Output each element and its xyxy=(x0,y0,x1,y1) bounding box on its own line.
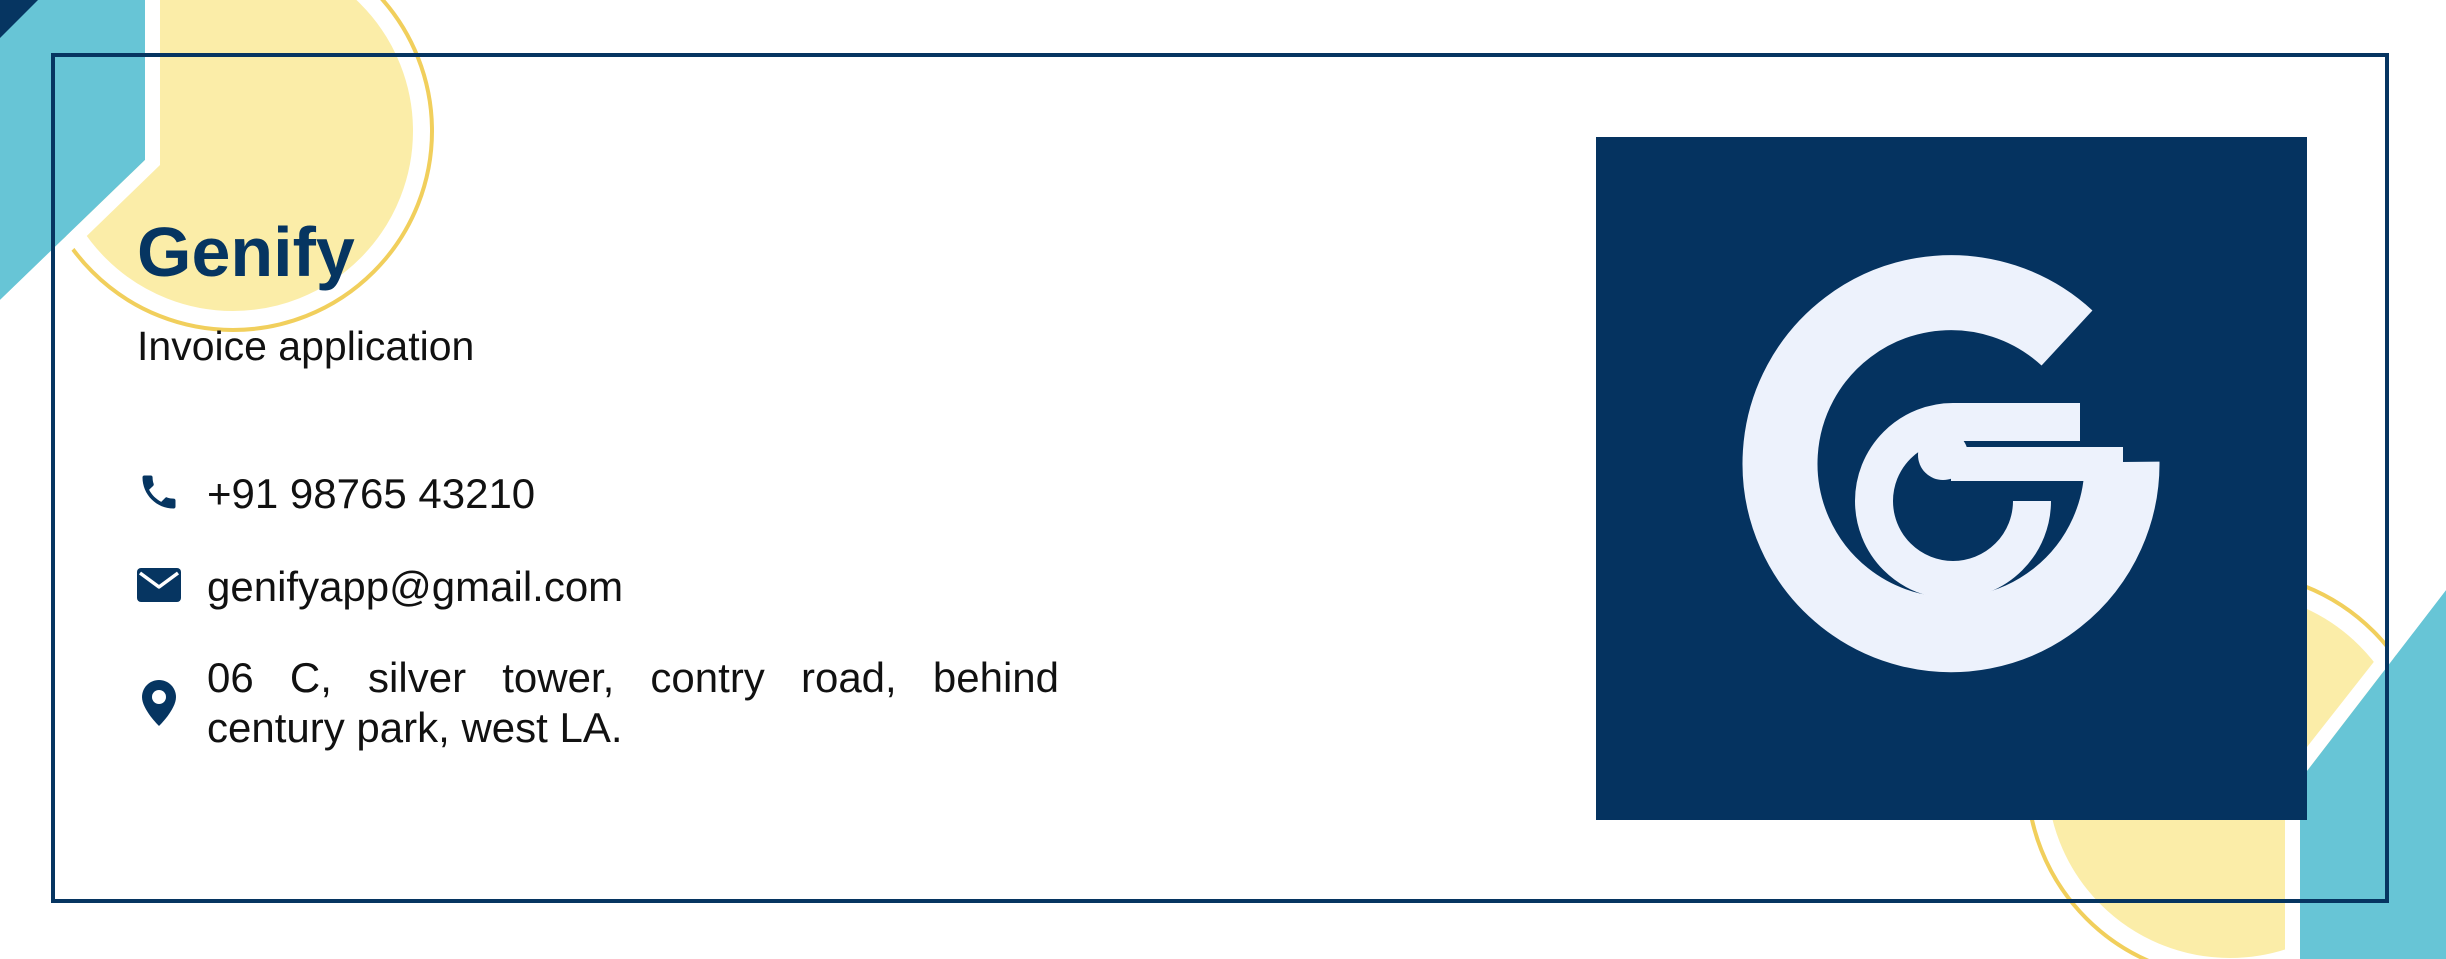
email-address: genifyapp@gmail.com xyxy=(207,563,624,610)
business-card: Genify Invoice application +91 98765 432… xyxy=(0,0,2446,959)
contact-email-row: genifyapp@gmail.com xyxy=(137,562,623,612)
map-pin-icon xyxy=(137,653,181,753)
envelope-icon xyxy=(137,562,181,608)
company-name: Genify xyxy=(137,213,355,291)
logo-panel xyxy=(1596,137,2307,820)
contact-address-row: 06 C, silver tower, contry road, behind … xyxy=(137,653,1059,753)
postal-address: 06 C, silver tower, contry road, behind … xyxy=(207,654,1059,751)
company-tagline: Invoice application xyxy=(137,323,475,369)
phone-icon xyxy=(137,469,181,515)
phone-number: +91 98765 43210 xyxy=(207,470,536,517)
contact-phone-row: +91 98765 43210 xyxy=(137,469,535,519)
genify-g-logo-icon xyxy=(1742,255,2160,673)
